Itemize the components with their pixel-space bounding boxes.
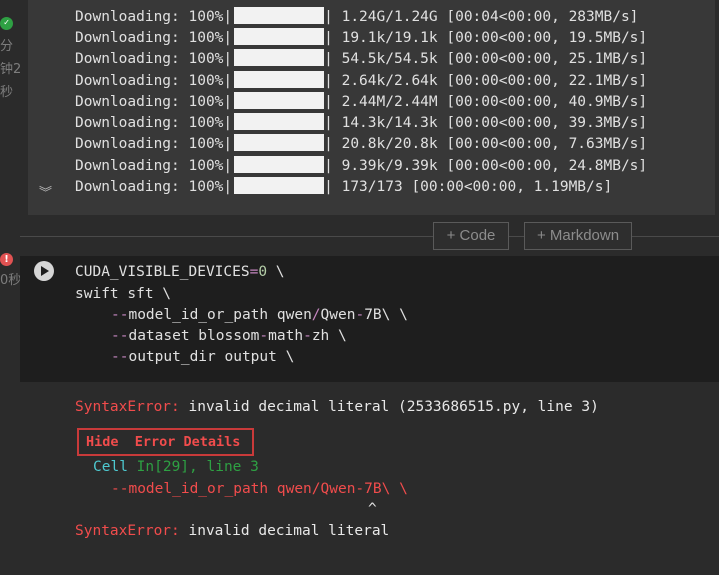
code-line: swift sft \ xyxy=(75,286,172,302)
progress-bar xyxy=(234,177,325,194)
download-stats: | 9.39k/9.39k [00:00<00:00, 24.8MB/s] xyxy=(324,158,648,174)
download-label: Downloading: 100%| xyxy=(75,73,233,89)
code-line: --output_dir output \ xyxy=(111,349,295,365)
code-line: --model_id_or_path qwen/Qwen-7B\ \ xyxy=(111,307,408,323)
download-progress-line: Downloading: 100%| | 173/173 [00:00<00:00… xyxy=(75,177,612,198)
download-label: Downloading: 100%| xyxy=(75,9,233,25)
download-progress-line: Downloading: 100%| | 9.39k/9.39k [00:00<0… xyxy=(75,156,647,177)
download-label: Downloading: 100%| xyxy=(75,94,233,110)
add-markdown-button[interactable]: + Markdown xyxy=(524,222,632,250)
collapse-output-icon[interactable]: ︾ xyxy=(39,182,52,201)
download-stats: | 1.24G/1.24G [00:04<00:00, 283MB/s] xyxy=(324,9,639,25)
error-caret: ^ xyxy=(368,501,377,517)
hide-error-details-button[interactable]: Hide Error Details xyxy=(77,428,254,456)
download-progress-line: Downloading: 100%| | 2.44M/2.44M [00:00<0… xyxy=(75,92,647,113)
progress-bar xyxy=(234,71,325,88)
exec-time-fragment: 秒 xyxy=(0,85,14,100)
download-progress-line: Downloading: 100%| | 14.3k/14.3k [00:00<0… xyxy=(75,113,647,134)
download-label: Downloading: 100%| xyxy=(75,136,233,152)
progress-bar xyxy=(234,49,325,66)
traceback-code: --model_id_or_path qwen/Qwen-7B\ \ xyxy=(111,481,408,497)
error-status-icon: ! xyxy=(0,253,13,266)
code-line: --dataset blossom-math-zh \ xyxy=(111,328,347,344)
exec-time-fragment: 分 xyxy=(0,39,14,54)
download-progress-line: Downloading: 100%| | 20.8k/20.8k [00:00<0… xyxy=(75,134,647,155)
download-progress-line: Downloading: 100%| | 1.24G/1.24G [00:04<0… xyxy=(75,7,638,28)
progress-bar xyxy=(234,113,325,130)
traceback-location: Cell In[29], line 3 xyxy=(93,459,259,475)
download-progress-line: Downloading: 100%| | 2.64k/2.64k [00:00<0… xyxy=(75,71,647,92)
progress-bar xyxy=(234,92,325,109)
download-stats: | 2.64k/2.64k [00:00<00:00, 22.1MB/s] xyxy=(324,73,648,89)
download-stats: | 54.5k/54.5k [00:00<00:00, 25.1MB/s] xyxy=(324,51,648,67)
download-label: Downloading: 100%| xyxy=(75,158,233,174)
progress-bar xyxy=(234,28,325,45)
code-line: CUDA_VISIBLE_DEVICES=0 \ xyxy=(75,264,285,280)
exec-time-fragment: 0秒 xyxy=(0,273,20,288)
exec-time-fragment: 钟2 xyxy=(0,62,20,77)
add-code-button[interactable]: + Code xyxy=(433,222,509,250)
download-stats: | 2.44M/2.44M [00:00<00:00, 40.9MB/s] xyxy=(324,94,648,110)
cell-gutter: ✓ 分 钟2 秒 ! 0秒 xyxy=(0,0,20,575)
download-stats: | 173/173 [00:00<00:00, 1.19MB/s] xyxy=(324,179,613,195)
download-progress-line: Downloading: 100%| | 54.5k/54.5k [00:00<0… xyxy=(75,49,647,70)
download-stats: | 19.1k/19.1k [00:00<00:00, 19.5MB/s] xyxy=(324,30,648,46)
progress-bar xyxy=(234,7,325,24)
error-summary: SyntaxError: invalid decimal literal (25… xyxy=(75,399,599,415)
error-final: SyntaxError: invalid decimal literal xyxy=(75,523,390,539)
download-label: Downloading: 100%| xyxy=(75,115,233,131)
download-stats: | 20.8k/20.8k [00:00<00:00, 7.63MB/s] xyxy=(324,136,648,152)
run-cell-button[interactable] xyxy=(34,261,54,281)
download-label: Downloading: 100%| xyxy=(75,30,233,46)
check-icon: ✓ xyxy=(0,17,13,30)
download-label: Downloading: 100%| xyxy=(75,51,233,67)
download-label: Downloading: 100%| xyxy=(75,179,233,195)
download-progress-line: Downloading: 100%| | 19.1k/19.1k [00:00<0… xyxy=(75,28,647,49)
progress-bar xyxy=(234,156,325,173)
progress-bar xyxy=(234,134,325,151)
download-stats: | 14.3k/14.3k [00:00<00:00, 39.3MB/s] xyxy=(324,115,648,131)
